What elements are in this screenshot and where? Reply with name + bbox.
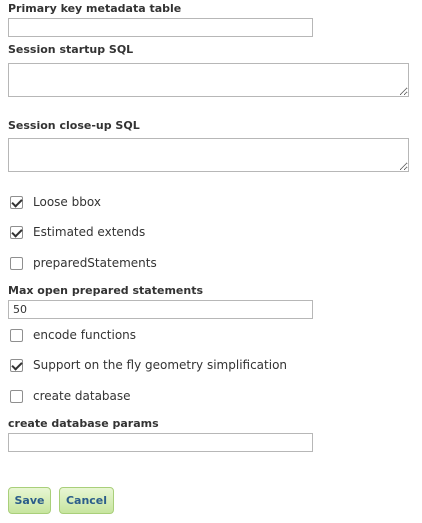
loose-bbox-checkbox[interactable] xyxy=(10,195,23,209)
session-closeup-textarea[interactable] xyxy=(8,138,409,172)
create-database-params-input[interactable] xyxy=(8,433,313,452)
label-max-open-prepared: Max open prepared statements xyxy=(8,284,203,297)
encode-functions-label: encode functions xyxy=(33,328,137,342)
loose-bbox-label: Loose bbox xyxy=(33,195,101,209)
prepared-statements-label: preparedStatements xyxy=(33,256,157,270)
primary-key-input[interactable] xyxy=(8,18,313,37)
checkbox-row-encode-functions[interactable]: encode functions xyxy=(10,327,136,343)
estimated-extends-label: Estimated extends xyxy=(33,225,146,239)
geometry-simplification-checkbox[interactable] xyxy=(10,358,23,372)
session-startup-textarea[interactable] xyxy=(8,63,409,97)
checkbox-row-prepared-statements[interactable]: preparedStatements xyxy=(10,255,157,271)
cancel-button[interactable]: Cancel xyxy=(59,487,114,514)
encode-functions-checkbox[interactable] xyxy=(10,328,23,342)
create-database-checkbox[interactable] xyxy=(10,389,23,403)
label-create-database-params: create database params xyxy=(8,417,159,430)
label-session-closeup: Session close-up SQL xyxy=(8,119,140,132)
checkbox-row-geometry-simplification[interactable]: Support on the fly geometry simplificati… xyxy=(10,357,287,373)
save-button[interactable]: Save xyxy=(8,487,51,514)
checkbox-row-loose-bbox[interactable]: Loose bbox xyxy=(10,194,101,210)
checkbox-row-estimated-extends[interactable]: Estimated extends xyxy=(10,224,145,240)
checkbox-row-create-database[interactable]: create database xyxy=(10,388,131,404)
max-open-prepared-input[interactable] xyxy=(8,300,313,319)
label-primary-key: Primary key metadata table xyxy=(8,2,182,15)
estimated-extends-checkbox[interactable] xyxy=(10,225,23,239)
label-session-startup: Session startup SQL xyxy=(8,43,134,56)
geometry-simplification-label: Support on the fly geometry simplificati… xyxy=(33,358,288,372)
prepared-statements-checkbox[interactable] xyxy=(10,256,23,270)
create-database-label: create database xyxy=(33,389,131,403)
